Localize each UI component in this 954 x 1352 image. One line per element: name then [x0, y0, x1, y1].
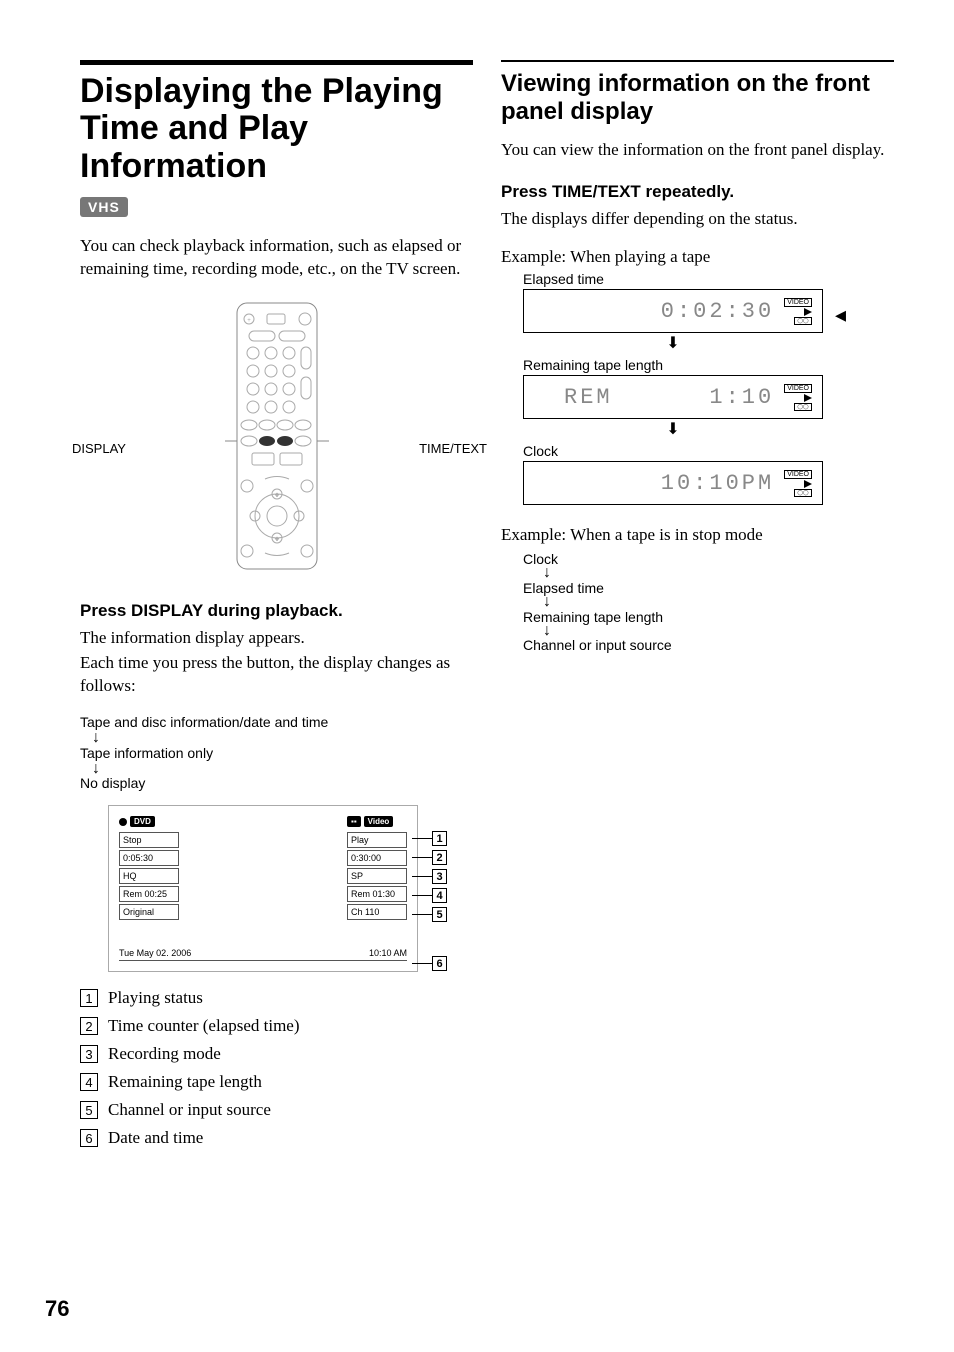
video-tag: Video — [364, 816, 394, 827]
svg-text:+: + — [275, 537, 279, 543]
rule — [501, 60, 894, 62]
svg-text:+: + — [275, 493, 279, 499]
down-arrow-icon: ⬇ — [523, 333, 823, 353]
flow-step: Tape information only — [80, 745, 473, 761]
flow-step: Remaining tape length — [523, 609, 894, 625]
down-arrow-icon: ↓ — [92, 763, 473, 776]
osd-date: Tue May 02. 2006 — [119, 948, 191, 958]
video-indicator: VIDEO — [784, 298, 812, 307]
osd-cell: HQ — [119, 868, 179, 884]
tape-icon: ◯◯ — [794, 489, 812, 497]
intro-text: You can check playback information, such… — [80, 235, 473, 281]
down-arrow-icon: ↓ — [543, 625, 894, 638]
flow-step: Elapsed time — [523, 580, 894, 596]
osd-cell: 0:30:00 — [347, 850, 407, 866]
record-dot-icon — [119, 818, 127, 826]
press-timetext-heading: Press TIME/TEXT repeatedly. — [501, 182, 894, 202]
front-display-clock: 10:10PM VIDEO ◯◯ — [523, 461, 823, 505]
osd-video-panel: ▪▪ Video Play 0:30:00 SP Rem 01:30 Ch 11… — [347, 816, 407, 920]
legend-item: Time counter (elapsed time) — [108, 1016, 300, 1036]
press-display-heading: Press DISPLAY during playback. — [80, 601, 473, 621]
example-2: Example: When a tape is in stop mode — [501, 525, 894, 545]
front-display-elapsed: 0:02:30 VIDEO ◯◯ ◂ — [523, 289, 823, 333]
down-arrow-icon: ↓ — [543, 567, 894, 580]
main-title: Displaying the Playing Time and Play Inf… — [80, 73, 473, 185]
legend-item: Channel or input source — [108, 1100, 271, 1120]
play-triangle-icon — [804, 394, 812, 402]
osd-time: 10:10 AM — [369, 948, 407, 958]
osd-cell: Rem 01:30 — [347, 886, 407, 902]
down-arrow-icon: ↓ — [92, 732, 473, 745]
example-1: Example: When playing a tape — [501, 247, 894, 267]
timetext-button-label: TIME/TEXT — [419, 441, 487, 456]
flow-step: Clock — [523, 551, 894, 567]
play-triangle-icon — [804, 480, 812, 488]
dvd-tag: DVD — [130, 816, 155, 827]
press-timetext-body: The displays differ depending on the sta… — [501, 208, 894, 231]
section-intro: You can view the information on the fron… — [501, 139, 894, 162]
section-title: Viewing information on the front panel d… — [501, 70, 894, 125]
osd-cell: Rem 00:25 — [119, 886, 179, 902]
osd-callouts: 1 2 3 4 5 6 — [412, 831, 447, 971]
osd-screenshot: DVD Stop 0:05:30 HQ Rem 00:25 Original ▪… — [108, 805, 418, 972]
flow-step: Channel or input source — [523, 637, 894, 653]
tape-icon: ◯◯ — [794, 403, 812, 411]
elapsed-label: Elapsed time — [523, 271, 894, 287]
remaining-label: Remaining tape length — [523, 357, 894, 373]
legend-item: Recording mode — [108, 1044, 221, 1064]
flow-step: No display — [80, 775, 473, 791]
down-arrow-icon: ↓ — [543, 596, 894, 609]
seg-elapsed: 0:02:30 — [661, 299, 774, 324]
legend-item: Playing status — [108, 988, 203, 1008]
display-button-label: DISPLAY — [72, 441, 126, 456]
remote-svg: + — [137, 301, 417, 571]
remote-illustration: DISPLAY + — [80, 301, 473, 571]
flow-step: Tape and disc information/date and time — [80, 714, 473, 730]
seg-rem-right: 1:10 — [709, 385, 774, 410]
osd-cell: 0:05:30 — [119, 850, 179, 866]
video-indicator: VIDEO — [784, 470, 812, 479]
video-indicator: VIDEO — [784, 384, 812, 393]
page-number: 76 — [45, 1296, 69, 1322]
front-display-remaining: REM 1:10 VIDEO ◯◯ — [523, 375, 823, 419]
clock-label: Clock — [523, 443, 894, 459]
osd-dvd-panel: DVD Stop 0:05:30 HQ Rem 00:25 Original — [119, 816, 179, 920]
press-body-1: The information display appears. — [80, 627, 473, 650]
down-arrow-icon: ⬇ — [523, 419, 823, 439]
svg-text:+: + — [247, 318, 251, 324]
display-cycle-flow: Tape and disc information/date and time … — [80, 714, 473, 792]
stop-flow: Clock ↓ Elapsed time ↓ Remaining tape le… — [523, 551, 894, 653]
seg-rem-left: REM — [564, 385, 613, 410]
legend-list: 1Playing status 2Time counter (elapsed t… — [80, 988, 473, 1148]
tape-icon-small: ▪▪ — [347, 816, 361, 827]
osd-cell: Play — [347, 832, 407, 848]
tape-icon: ◯◯ — [794, 317, 812, 325]
play-triangle-icon — [804, 308, 812, 316]
left-arrow-icon: ◂ — [835, 302, 846, 328]
press-body-2: Each time you press the button, the disp… — [80, 652, 473, 698]
osd-cell: Original — [119, 904, 179, 920]
osd-cell: Ch 110 — [347, 904, 407, 920]
vhs-badge: VHS — [80, 197, 128, 217]
osd-cell: SP — [347, 868, 407, 884]
rule — [80, 60, 473, 65]
seg-clock: 10:10PM — [661, 471, 774, 496]
legend-item: Date and time — [108, 1128, 203, 1148]
osd-cell: Stop — [119, 832, 179, 848]
legend-item: Remaining tape length — [108, 1072, 262, 1092]
